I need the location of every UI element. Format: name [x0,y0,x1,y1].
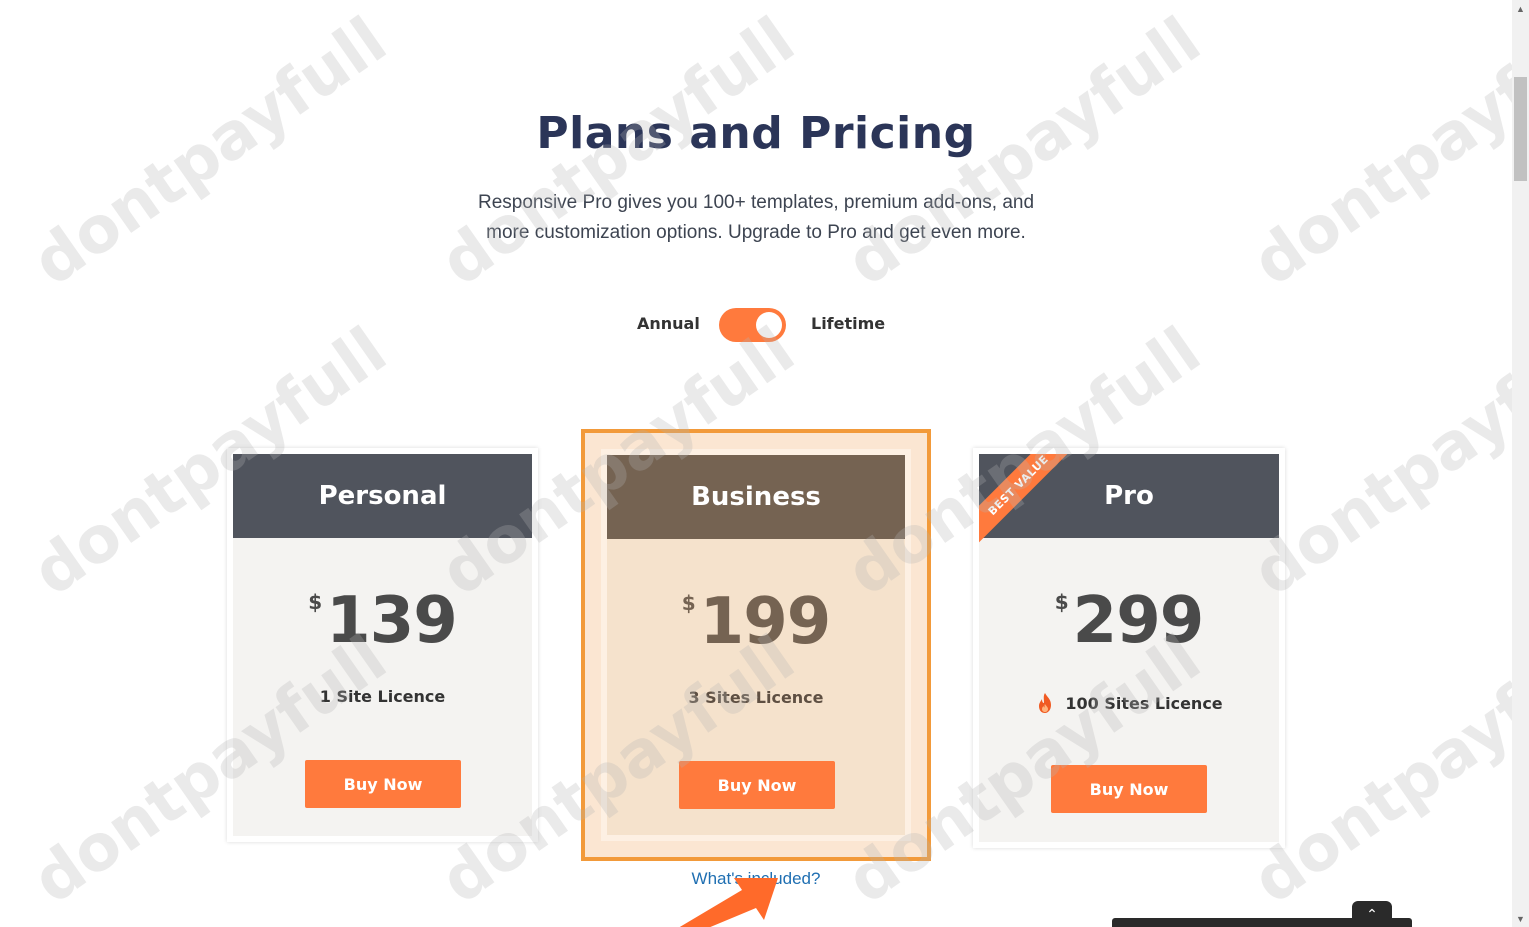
page-scrollbar[interactable]: ▲ ▼ [1512,0,1529,927]
page-subtitle: Responsive Pro gives you 100+ templates,… [477,192,1035,243]
buy-now-button-pro[interactable]: Buy Now [1051,765,1207,813]
pricing-page: Plans and Pricing Responsive Pro gives y… [0,0,1512,927]
price-amount: 299 [1072,584,1205,658]
toggle-label-annual[interactable]: Annual [637,314,700,333]
scroll-down-icon[interactable]: ▼ [1512,910,1529,927]
plan-card-pro: Pro BEST VALUE $299 100 Sites Licence Bu… [973,448,1285,848]
toggle-label-lifetime[interactable]: Lifetime [811,314,885,333]
currency-symbol: $ [681,591,696,615]
plan-name: Personal [233,454,532,538]
plan-highlight-frame: Business $199 3 Sites Licence Buy Now [581,429,931,861]
plan-licence-row: 100 Sites Licence [979,692,1279,714]
plan-licence: 100 Sites Licence [1065,693,1223,713]
price-amount: 199 [699,585,832,659]
flame-icon [1039,693,1052,713]
chevron-up-icon[interactable]: ⌃ [1352,901,1392,927]
scroll-up-icon[interactable]: ▲ [1512,0,1529,17]
currency-symbol: $ [308,590,323,614]
plan-price: $139 [233,584,532,658]
plan-price: $199 [607,585,905,659]
plan-card-business: Business $199 3 Sites Licence Buy Now [601,449,911,841]
plan-card-personal: Personal $139 1 Site Licence Buy Now [227,448,538,842]
switch-knob [756,312,782,338]
billing-toggle: Annual Lifetime [0,308,1512,342]
price-amount: 139 [326,584,458,658]
buy-now-button-business[interactable]: Buy Now [679,761,835,809]
scrollbar-thumb[interactable] [1514,77,1527,181]
plan-name: Business [607,455,905,539]
billing-switch[interactable] [719,308,786,342]
buy-now-button-personal[interactable]: Buy Now [305,760,461,808]
currency-symbol: $ [1054,590,1069,614]
plan-licence: 1 Site Licence [319,687,446,706]
arrow-annotation-icon [679,878,778,927]
page-title: Plans and Pricing [536,108,976,159]
plan-price: $299 [979,584,1279,658]
plan-licence: 3 Sites Licence [688,688,824,707]
